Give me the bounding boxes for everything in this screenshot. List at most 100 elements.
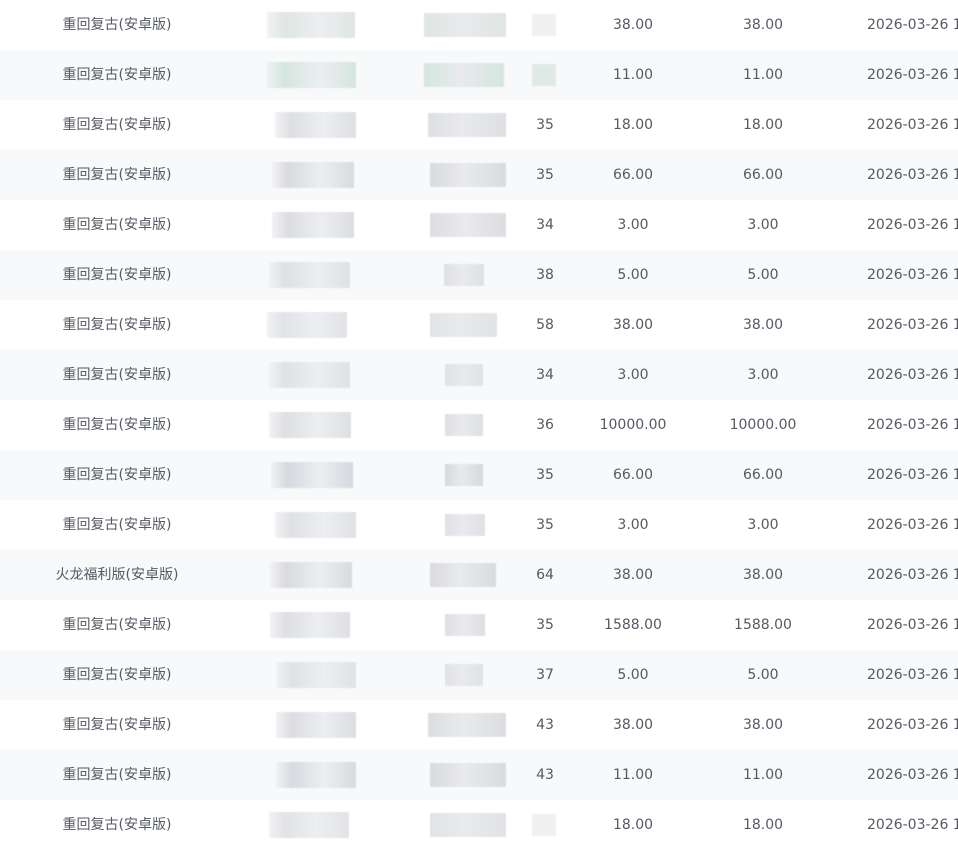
date-cell: 2026-03-26 1 bbox=[867, 17, 958, 33]
game-name-cell: 火龙福利版(安卓版) bbox=[55, 567, 179, 583]
redacted-account-cell bbox=[272, 162, 354, 188]
redacted-order-cell bbox=[424, 63, 504, 87]
paid-amount-cell: 3.00 bbox=[747, 217, 779, 233]
paid-amount-cell: 3.00 bbox=[747, 517, 779, 533]
redacted-account-cell bbox=[276, 712, 356, 738]
game-name-cell: 重回复古(安卓版) bbox=[62, 317, 172, 333]
game-name-cell: 重回复古(安卓版) bbox=[62, 467, 172, 483]
redacted-account-cell bbox=[275, 112, 356, 138]
redacted-account-cell bbox=[270, 562, 352, 588]
table-row[interactable]: 重回复古(安卓版) 58 38.00 38.00 2026-03-26 1 bbox=[0, 300, 958, 350]
redacted-account-cell bbox=[276, 762, 356, 788]
game-name-cell: 重回复古(安卓版) bbox=[62, 767, 172, 783]
count-cell: 34 bbox=[536, 367, 554, 383]
amount-cell: 18.00 bbox=[612, 817, 654, 833]
table-row[interactable]: 重回复古(安卓版) 43 38.00 38.00 2026-03-26 1 bbox=[0, 700, 958, 750]
date-cell: 2026-03-26 1 bbox=[867, 317, 958, 333]
date-cell: 2026-03-26 1 bbox=[867, 217, 958, 233]
date-cell: 2026-03-26 1 bbox=[867, 817, 958, 833]
table-row[interactable]: 重回复古(安卓版) 18.00 18.00 2026-03-26 1 bbox=[0, 800, 958, 850]
paid-amount-cell: 18.00 bbox=[742, 117, 784, 133]
table-row[interactable]: 重回复古(安卓版) 38 5.00 5.00 2026-03-26 1 bbox=[0, 250, 958, 300]
amount-cell: 38.00 bbox=[612, 717, 654, 733]
amount-cell: 3.00 bbox=[617, 517, 649, 533]
paid-amount-cell: 38.00 bbox=[742, 317, 784, 333]
amount-cell: 5.00 bbox=[617, 667, 649, 683]
count-cell: 35 bbox=[536, 167, 554, 183]
paid-amount-cell: 66.00 bbox=[742, 167, 784, 183]
redacted-order-cell bbox=[444, 264, 484, 286]
redacted-account-cell bbox=[269, 412, 351, 438]
amount-cell: 3.00 bbox=[617, 217, 649, 233]
table-row[interactable]: 重回复古(安卓版) 36 10000.00 10000.00 2026-03-26 1 bbox=[0, 400, 958, 450]
date-cell: 2026-03-26 1 bbox=[867, 467, 958, 483]
redacted-account-cell bbox=[269, 362, 350, 388]
redacted-account-cell bbox=[269, 812, 349, 838]
redacted-account-cell bbox=[266, 62, 356, 88]
paid-amount-cell: 10000.00 bbox=[729, 417, 797, 433]
redacted-account-cell bbox=[267, 312, 347, 338]
redacted-order-cell bbox=[445, 414, 483, 436]
redacted-account-cell bbox=[276, 662, 356, 688]
count-cell: 38 bbox=[536, 267, 554, 283]
game-name-cell: 重回复古(安卓版) bbox=[62, 817, 172, 833]
table-row[interactable]: 重回复古(安卓版) 35 1588.00 1588.00 2026-03-26 1 bbox=[0, 600, 958, 650]
table-row[interactable]: 重回复古(安卓版) 11.00 11.00 2026-03-26 1 bbox=[0, 50, 958, 100]
count-cell: 43 bbox=[536, 717, 554, 733]
redacted-order-cell bbox=[445, 664, 483, 686]
table-row[interactable]: 重回复古(安卓版) 37 5.00 5.00 2026-03-26 1 bbox=[0, 650, 958, 700]
amount-cell: 5.00 bbox=[617, 267, 649, 283]
redacted-order-cell bbox=[424, 13, 506, 37]
count-cell: 43 bbox=[536, 767, 554, 783]
game-name-cell: 重回复古(安卓版) bbox=[62, 717, 172, 733]
date-cell: 2026-03-26 1 bbox=[867, 517, 958, 533]
table-row[interactable]: 重回复古(安卓版) 35 3.00 3.00 2026-03-26 1 bbox=[0, 500, 958, 550]
date-cell: 2026-03-26 1 bbox=[867, 117, 958, 133]
redacted-order-cell bbox=[428, 113, 506, 137]
amount-cell: 66.00 bbox=[612, 467, 654, 483]
paid-amount-cell: 38.00 bbox=[742, 17, 784, 33]
date-cell: 2026-03-26 1 bbox=[867, 267, 958, 283]
date-cell: 2026-03-26 1 bbox=[867, 567, 958, 583]
count-cell: 64 bbox=[536, 567, 554, 583]
amount-cell: 38.00 bbox=[612, 567, 654, 583]
count-cell bbox=[524, 800, 566, 850]
date-cell: 2026-03-26 1 bbox=[867, 717, 958, 733]
count-cell: 58 bbox=[536, 317, 554, 333]
amount-cell: 11.00 bbox=[612, 67, 654, 83]
amount-cell: 38.00 bbox=[612, 17, 654, 33]
game-name-cell: 重回复古(安卓版) bbox=[62, 17, 172, 33]
paid-amount-cell: 18.00 bbox=[742, 817, 784, 833]
redacted-order-cell bbox=[445, 364, 483, 386]
table-row[interactable]: 重回复古(安卓版) 34 3.00 3.00 2026-03-26 1 bbox=[0, 350, 958, 400]
order-table: 重回复古(安卓版) 38.00 38.00 2026-03-26 1 重回复古(安卓版)… bbox=[0, 0, 958, 850]
game-name-cell: 重回复古(安卓版) bbox=[62, 417, 172, 433]
paid-amount-cell: 1588.00 bbox=[734, 617, 792, 633]
date-cell: 2026-03-26 1 bbox=[867, 67, 958, 83]
table-row[interactable]: 重回复古(安卓版) 35 18.00 18.00 2026-03-26 1 bbox=[0, 100, 958, 150]
count-cell: 35 bbox=[536, 467, 554, 483]
table-row[interactable]: 火龙福利版(安卓版) 64 38.00 38.00 2026-03-26 1 bbox=[0, 550, 958, 600]
paid-amount-cell: 5.00 bbox=[747, 267, 779, 283]
redacted-account-cell bbox=[272, 212, 354, 238]
game-name-cell: 重回复古(安卓版) bbox=[62, 217, 172, 233]
table-row[interactable]: 重回复古(安卓版) 35 66.00 66.00 2026-03-26 1 bbox=[0, 450, 958, 500]
game-name-cell: 重回复古(安卓版) bbox=[62, 117, 172, 133]
table-row[interactable]: 重回复古(安卓版) 38.00 38.00 2026-03-26 1 bbox=[0, 0, 958, 50]
game-name-cell: 重回复古(安卓版) bbox=[62, 267, 172, 283]
table-row[interactable]: 重回复古(安卓版) 34 3.00 3.00 2026-03-26 1 bbox=[0, 200, 958, 250]
table-row[interactable]: 重回复古(安卓版) 35 66.00 66.00 2026-03-26 1 bbox=[0, 150, 958, 200]
redacted-order-cell bbox=[430, 763, 506, 787]
table-row[interactable]: 重回复古(安卓版) 43 11.00 11.00 2026-03-26 1 bbox=[0, 750, 958, 800]
paid-amount-cell: 5.00 bbox=[747, 667, 779, 683]
count-cell: 37 bbox=[536, 667, 554, 683]
redacted-order-cell bbox=[430, 313, 497, 337]
redacted-account-cell bbox=[275, 512, 356, 538]
paid-amount-cell: 3.00 bbox=[747, 367, 779, 383]
game-name-cell: 重回复古(安卓版) bbox=[62, 67, 172, 83]
amount-cell: 18.00 bbox=[612, 117, 654, 133]
count-cell: 34 bbox=[536, 217, 554, 233]
redacted-order-cell bbox=[445, 514, 485, 536]
paid-amount-cell: 11.00 bbox=[742, 67, 784, 83]
date-cell: 2026-03-26 1 bbox=[867, 767, 958, 783]
